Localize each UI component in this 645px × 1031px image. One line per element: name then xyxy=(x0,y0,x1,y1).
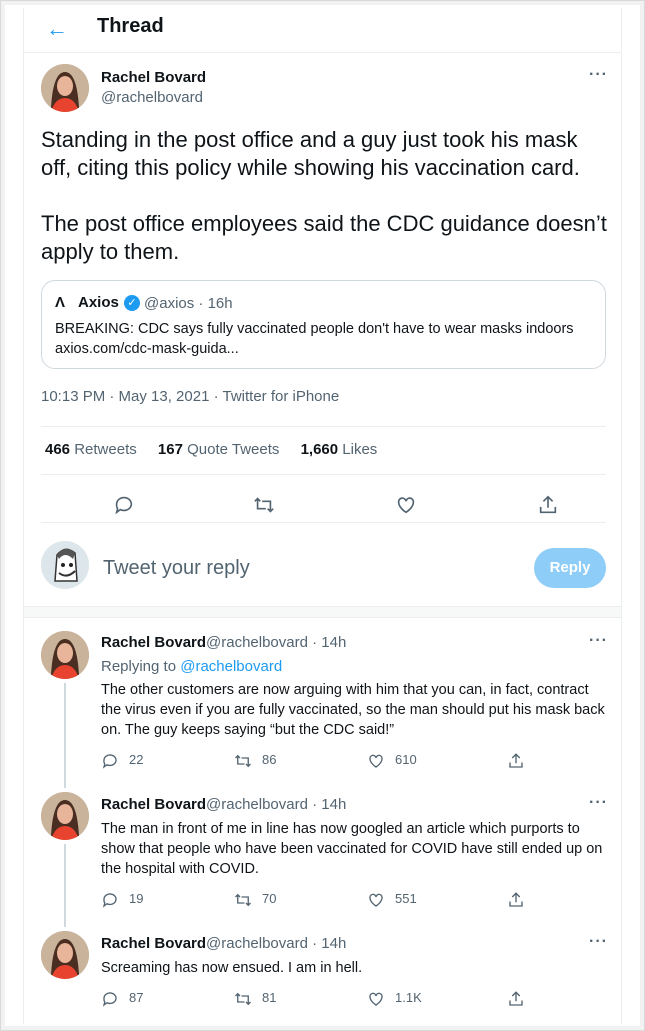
axios-logo-icon: Λ xyxy=(55,294,66,311)
likes-stat[interactable]: 1,660 Likes xyxy=(301,441,378,458)
like-icon xyxy=(369,893,383,907)
quoted-text-body: BREAKING: CDC says fully vaccinated peop… xyxy=(55,321,574,337)
section-separator xyxy=(24,606,621,618)
reply-action[interactable]: 19 xyxy=(101,890,143,910)
reply-actions: 22 86 610 xyxy=(101,751,541,771)
like-action[interactable]: 551 xyxy=(367,890,417,910)
reply-button[interactable]: Reply xyxy=(534,548,606,588)
reply-action[interactable]: 22 xyxy=(101,751,143,771)
quoted-meta: @axios · 16h xyxy=(144,295,233,312)
like-icon[interactable] xyxy=(391,490,421,520)
reply-icon xyxy=(102,753,117,769)
author-name[interactable]: Rachel Bovard xyxy=(101,69,206,86)
like-action[interactable]: 1.1K xyxy=(367,989,422,1009)
share-icon[interactable] xyxy=(533,490,563,520)
verified-badge-icon: ✓ xyxy=(124,295,140,311)
share-icon xyxy=(509,752,523,768)
reply-handle-time[interactable]: @rachelbovard · 14h xyxy=(206,796,346,813)
tweet-text: Standing in the post office and a guy ju… xyxy=(41,127,607,264)
arrow-left-icon: ← xyxy=(46,16,68,41)
retweet-action[interactable]: 86 xyxy=(234,751,276,771)
replying-to-link[interactable]: @rachelbovard xyxy=(180,658,282,675)
reply-text: The other customers are now arguing with… xyxy=(101,682,605,738)
quoted-text: BREAKING: CDC says fully vaccinated peop… xyxy=(55,319,600,359)
quote-tweets-stat[interactable]: 167 Quote Tweets xyxy=(158,441,279,458)
user-avatar[interactable] xyxy=(41,541,89,589)
share-action[interactable] xyxy=(507,989,535,1009)
reply-text: The man in front of me in line has now g… xyxy=(101,821,603,877)
avatar-image xyxy=(41,64,89,112)
tweet-stats: 466 Retweets 167 Quote Tweets 1,660 Like… xyxy=(45,441,394,458)
more-options-icon[interactable]: ··· xyxy=(589,794,608,812)
avatar[interactable] xyxy=(41,64,89,112)
reply-composer: Tweet your reply Reply xyxy=(24,531,621,606)
reply-icon xyxy=(102,892,117,908)
like-action[interactable]: 610 xyxy=(367,751,417,771)
reply-author-name[interactable]: Rachel Bovard xyxy=(101,935,206,952)
share-action[interactable] xyxy=(507,890,535,910)
reply-handle-time[interactable]: @rachelbovard · 14h xyxy=(206,935,346,952)
reply-text: Screaming has now ensued. I am in hell. xyxy=(101,960,363,976)
avatar[interactable] xyxy=(41,931,89,979)
avatar-image xyxy=(41,931,89,979)
thread-panel: ← Thread Rachel Bovard @rachelbovard ···… xyxy=(23,8,622,1024)
quoted-tweet[interactable]: Λ Axios ✓ @axios · 16h BREAKING: CDC say… xyxy=(41,280,606,369)
back-button[interactable]: ← xyxy=(42,14,72,44)
thread-connector xyxy=(64,844,66,927)
thread-header: ← Thread xyxy=(24,8,621,53)
avatar[interactable] xyxy=(41,631,89,679)
like-icon xyxy=(369,754,383,768)
divider xyxy=(41,522,606,523)
share-icon xyxy=(509,990,523,1006)
retweet-icon[interactable] xyxy=(249,490,279,520)
more-options-icon[interactable]: ··· xyxy=(589,66,608,84)
reply-icon xyxy=(102,991,117,1007)
like-icon xyxy=(369,992,383,1006)
avatar[interactable] xyxy=(41,792,89,840)
retweet-icon xyxy=(235,893,251,906)
more-options-icon[interactable]: ··· xyxy=(589,632,608,650)
reply-actions: 87 81 1.1K xyxy=(101,989,541,1009)
reply-actions: 19 70 551 xyxy=(101,890,541,910)
reply-input[interactable]: Tweet your reply xyxy=(103,557,250,580)
reply-action[interactable]: 87 xyxy=(101,989,143,1009)
divider xyxy=(41,426,606,427)
reply-author-name[interactable]: Rachel Bovard xyxy=(101,634,206,651)
avatar-image xyxy=(41,631,89,679)
retweets-stat[interactable]: 466 Retweets xyxy=(45,441,137,458)
user-avatar-image xyxy=(41,541,89,589)
quoted-author-name: Axios xyxy=(78,294,119,311)
tweet-timestamp[interactable]: 10:13 PM · May 13, 2021 · Twitter for iP… xyxy=(41,388,339,405)
share-action[interactable] xyxy=(507,751,535,771)
retweet-icon xyxy=(235,754,251,767)
retweet-action[interactable]: 81 xyxy=(234,989,276,1009)
retweet-icon xyxy=(235,992,251,1005)
quoted-link: axios.com/cdc-mask-guida... xyxy=(55,341,239,357)
reply-author-name[interactable]: Rachel Bovard xyxy=(101,796,206,813)
page-title: Thread xyxy=(97,15,164,37)
thread-connector xyxy=(64,683,66,788)
avatar-image xyxy=(41,792,89,840)
share-icon xyxy=(509,891,523,907)
replying-to: Replying to @rachelbovard xyxy=(101,658,283,675)
reply-handle-time[interactable]: @rachelbovard · 14h xyxy=(206,634,346,651)
author-handle[interactable]: @rachelbovard xyxy=(101,89,203,106)
retweet-action[interactable]: 70 xyxy=(234,890,276,910)
more-options-icon[interactable]: ··· xyxy=(589,933,608,951)
reply-icon[interactable] xyxy=(109,490,139,520)
divider xyxy=(41,474,606,475)
